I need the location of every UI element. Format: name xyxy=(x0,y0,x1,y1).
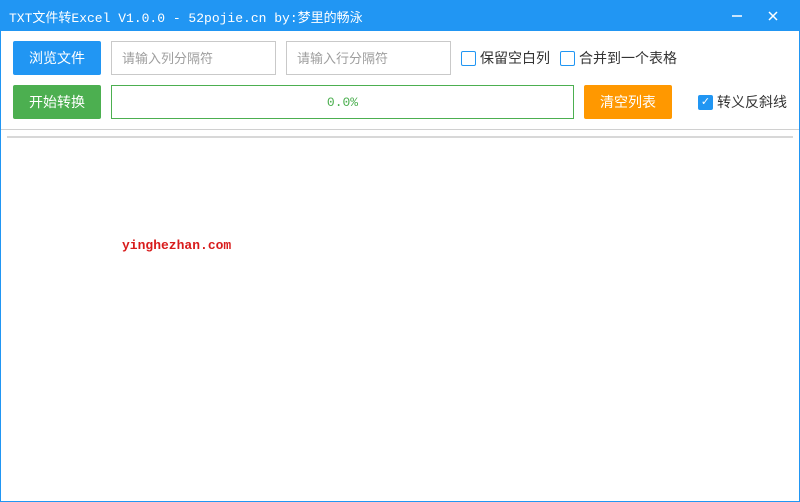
progress-bar: 0.0% xyxy=(111,85,574,119)
merge-sheets-checkbox[interactable]: 合并到一个表格 xyxy=(560,48,677,68)
browse-files-button[interactable]: 浏览文件 xyxy=(13,41,101,75)
minimize-icon xyxy=(731,10,743,22)
toolbar: 浏览文件 保留空白列 合并到一个表格 开始转换 0.0% 清空列表 转义反斜线 xyxy=(1,31,799,130)
toolbar-row-2: 开始转换 0.0% 清空列表 转义反斜线 xyxy=(13,85,787,119)
toolbar-row-1: 浏览文件 保留空白列 合并到一个表格 xyxy=(13,41,787,75)
escape-backslash-label: 转义反斜线 xyxy=(717,92,787,112)
window-title: TXT文件转Excel V1.0.0 - 52pojie.cn by:梦里的畅泳 xyxy=(9,7,719,26)
close-button[interactable] xyxy=(755,1,791,31)
checkbox-icon xyxy=(560,51,575,66)
checkbox-checked-icon xyxy=(698,95,713,110)
merge-sheets-label: 合并到一个表格 xyxy=(579,48,677,68)
row-separator-input[interactable] xyxy=(286,41,451,75)
keep-blank-checkbox[interactable]: 保留空白列 xyxy=(461,48,550,68)
app-window: TXT文件转Excel V1.0.0 - 52pojie.cn by:梦里的畅泳… xyxy=(0,0,800,502)
watermark-text: yinghezhan.com xyxy=(122,238,231,253)
file-list-area[interactable]: yinghezhan.com xyxy=(7,136,793,495)
progress-text: 0.0% xyxy=(327,95,358,110)
column-separator-input[interactable] xyxy=(111,41,276,75)
clear-list-button[interactable]: 清空列表 xyxy=(584,85,672,119)
close-icon xyxy=(767,10,779,22)
minimize-button[interactable] xyxy=(719,1,755,31)
keep-blank-label: 保留空白列 xyxy=(480,48,550,68)
titlebar-buttons xyxy=(719,1,791,31)
checkbox-icon xyxy=(461,51,476,66)
start-convert-button[interactable]: 开始转换 xyxy=(13,85,101,119)
escape-backslash-checkbox[interactable]: 转义反斜线 xyxy=(698,92,787,112)
titlebar: TXT文件转Excel V1.0.0 - 52pojie.cn by:梦里的畅泳 xyxy=(1,1,799,31)
